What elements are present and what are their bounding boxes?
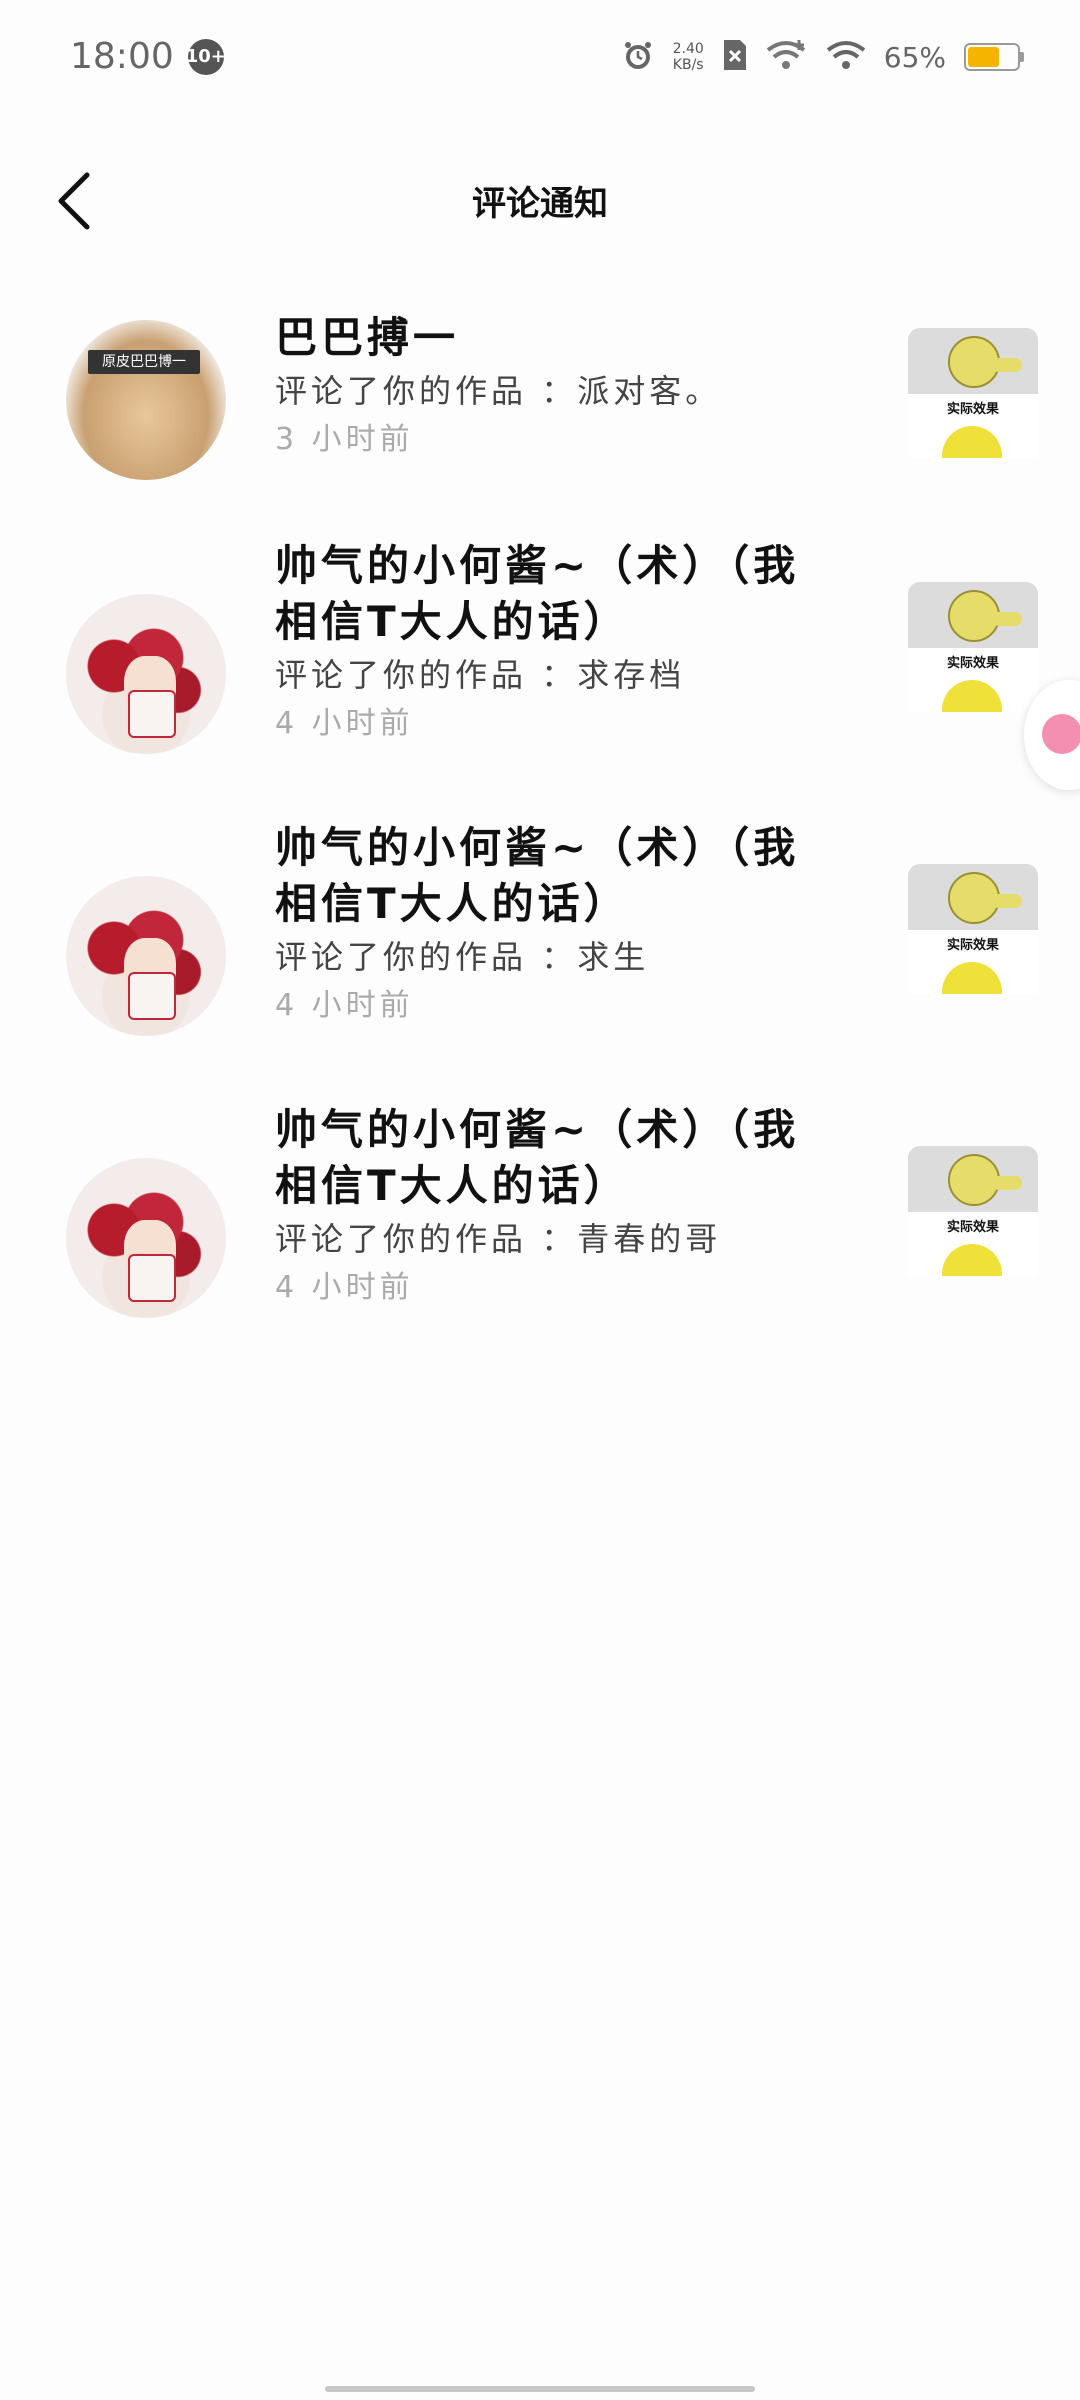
work-thumbnail[interactable]: 实际效果 xyxy=(908,582,1038,712)
status-right: 2.40 KB/s 65% xyxy=(621,38,1024,76)
thumbnail-caption: 实际效果 xyxy=(946,656,999,671)
action-text: 评论了你的作品 xyxy=(275,372,528,410)
comment-text: ：青春的哥 xyxy=(541,1220,722,1258)
thumbnail-caption: 实际效果 xyxy=(946,938,999,953)
timestamp: 4 小时前 xyxy=(275,988,414,1023)
avatar[interactable]: 原皮巴巴博一 xyxy=(66,320,226,480)
avatar-mask xyxy=(128,1254,176,1302)
thumbnail-bottom xyxy=(942,680,1002,712)
status-bar: 18:00 10+ 2.40 KB/s 65% xyxy=(0,0,1080,120)
avatar-mask xyxy=(128,972,176,1020)
notification-text: 帅气的小何酱~（术）（我相信T大人的话） 评论了你的作品 ：求存档 4 小时前 xyxy=(275,538,835,748)
notification-count-badge: 10+ xyxy=(186,38,226,75)
username[interactable]: 帅气的小何酱~（术）（我相信T大人的话） xyxy=(275,1102,835,1214)
status-left: 18:00 10+ xyxy=(70,36,226,77)
list-item[interactable]: 原皮巴巴博一 巴巴搏一 评论了你的作品 ：派对客。 3 小时前 实际效果 xyxy=(0,300,1080,530)
thumbnail-bottom xyxy=(942,426,1002,458)
wifi-plus-icon xyxy=(766,38,808,76)
username[interactable]: 帅气的小何酱~（术）（我相信T大人的话） xyxy=(275,820,835,932)
avatar-mask xyxy=(128,690,176,738)
username[interactable]: 巴巴搏一 xyxy=(275,310,835,366)
timestamp: 3 小时前 xyxy=(275,422,414,457)
comment-line: 评论了你的作品 ：派对客。 xyxy=(275,366,835,416)
action-text: 评论了你的作品 xyxy=(275,656,528,694)
battery-percent: 65% xyxy=(883,40,946,74)
avatar-label: 原皮巴巴博一 xyxy=(88,350,200,374)
comment-line: 评论了你的作品 ：青春的哥 xyxy=(275,1214,835,1264)
comment-text: ：求存档 xyxy=(541,656,686,694)
cartoon-arm xyxy=(992,894,1022,908)
sim-disabled-icon xyxy=(722,38,748,76)
pink-blob-icon xyxy=(1042,714,1080,754)
timestamp: 4 小时前 xyxy=(275,706,414,741)
status-time: 18:00 xyxy=(70,36,174,77)
comment-text: ：求生 xyxy=(541,938,650,976)
notification-text: 帅气的小何酱~（术）（我相信T大人的话） 评论了你的作品 ：求生 4 小时前 xyxy=(275,820,835,1030)
network-speed: 2.40 KB/s xyxy=(673,41,704,73)
work-thumbnail[interactable]: 实际效果 xyxy=(908,864,1038,994)
comment-line: 评论了你的作品 ：求生 xyxy=(275,932,835,982)
notification-list: 原皮巴巴博一 巴巴搏一 评论了你的作品 ：派对客。 3 小时前 实际效果 帅气的… xyxy=(0,300,1080,1376)
notification-text: 帅气的小何酱~（术）（我相信T大人的话） 评论了你的作品 ：青春的哥 4 小时前 xyxy=(275,1102,835,1312)
list-item[interactable]: 帅气的小何酱~（术）（我相信T大人的话） 评论了你的作品 ：青春的哥 4 小时前… xyxy=(0,1094,1080,1376)
battery-level xyxy=(968,47,999,67)
timestamp: 4 小时前 xyxy=(275,1270,414,1305)
network-speed-value: 2.40 xyxy=(672,41,704,57)
avatar[interactable] xyxy=(66,594,226,754)
cartoon-arm xyxy=(992,612,1022,626)
home-indicator[interactable] xyxy=(325,2386,755,2392)
alarm-icon xyxy=(621,38,655,76)
page-title: 评论通知 xyxy=(472,184,608,224)
comment-text: ：派对客。 xyxy=(541,372,722,410)
cartoon-arm xyxy=(992,358,1022,372)
action-text: 评论了你的作品 xyxy=(275,938,528,976)
work-thumbnail[interactable]: 实际效果 xyxy=(908,328,1038,458)
list-item[interactable]: 帅气的小何酱~（术）（我相信T大人的话） 评论了你的作品 ：求存档 4 小时前 … xyxy=(0,530,1080,812)
username[interactable]: 帅气的小何酱~（术）（我相信T大人的话） xyxy=(275,538,835,650)
comment-line: 评论了你的作品 ：求存档 xyxy=(275,650,835,700)
avatar[interactable] xyxy=(66,1158,226,1318)
thumbnail-caption: 实际效果 xyxy=(946,1220,999,1235)
list-item[interactable]: 帅气的小何酱~（术）（我相信T大人的话） 评论了你的作品 ：求生 4 小时前 实… xyxy=(0,812,1080,1094)
thumbnail-bottom xyxy=(942,962,1002,994)
thumbnail-caption: 实际效果 xyxy=(946,402,999,417)
action-text: 评论了你的作品 xyxy=(275,1220,528,1258)
network-speed-unit: KB/s xyxy=(672,57,704,73)
avatar[interactable] xyxy=(66,876,226,1036)
battery-icon xyxy=(964,43,1024,71)
notification-text: 巴巴搏一 评论了你的作品 ：派对客。 3 小时前 xyxy=(275,310,835,464)
work-thumbnail[interactable]: 实际效果 xyxy=(908,1146,1038,1276)
header: 评论通知 xyxy=(0,150,1080,250)
thumbnail-bottom xyxy=(942,1244,1002,1276)
wifi-icon xyxy=(826,38,866,76)
cartoon-arm xyxy=(992,1176,1022,1190)
